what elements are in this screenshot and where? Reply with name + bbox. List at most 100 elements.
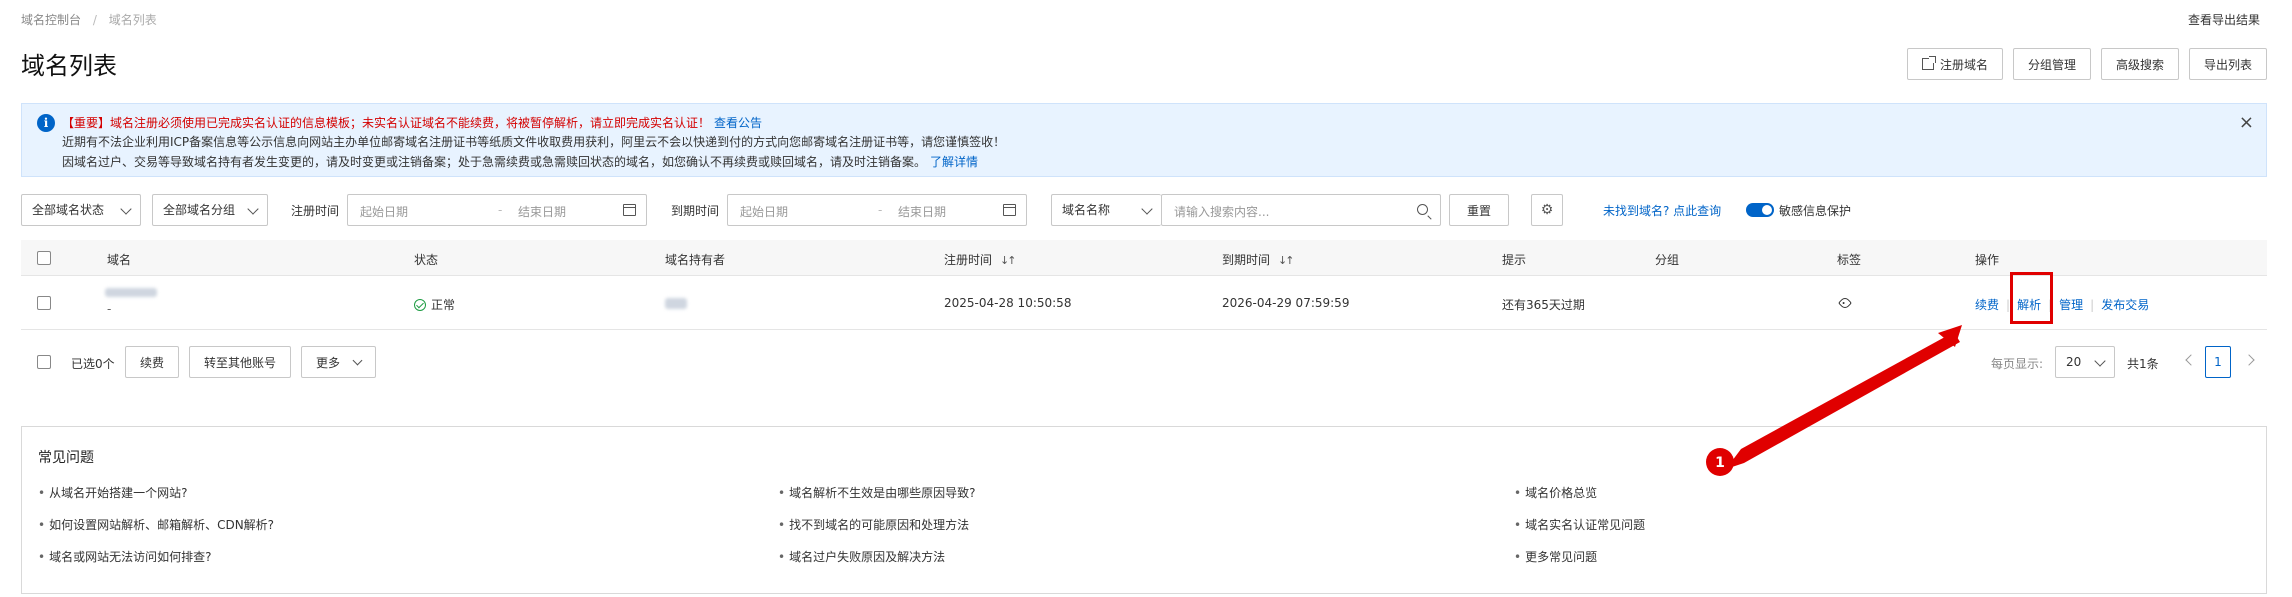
calendar-icon [1003,204,1016,216]
search-input[interactable]: 请输入搜索内容... [1161,194,1441,226]
status-badge: 正常 [414,296,455,313]
blurred-holder [665,298,687,309]
group-manage-button[interactable]: 分组管理 [2012,48,2091,80]
view-export-results-link[interactable]: 查看导出结果 [2188,11,2260,28]
more-button[interactable]: 更多 [301,346,377,378]
publish-trade-link[interactable]: 发布交易 [2101,298,2149,312]
faq-panel: 常见问题 从域名开始搭建一个网站? 如何设置网站解析、邮箱解析、CDN解析? 域… [21,426,2267,594]
action-divider: | [2090,298,2095,312]
bulk-renew-button[interactable]: 续费 [125,346,180,378]
faq-link[interactable]: 域名实名认证常见问题 [1514,516,1645,533]
faq-link[interactable]: 如何设置网站解析、邮箱解析、CDN解析? [38,516,274,533]
export-list-button[interactable]: 导出列表 [2188,48,2267,80]
row-actions: 续费 | 解析 | 管理 | 发布交易 [1975,296,2149,313]
faq-link[interactable]: 从域名开始搭建一个网站? [38,484,187,501]
col-reg-time[interactable]: 注册时间 ↓↑ [944,251,1017,268]
chevron-down-icon [352,355,363,365]
privacy-toggle-label: 敏感信息保护 [1779,204,1852,218]
selected-count: 已选0个 [71,357,115,371]
reg-end-date[interactable]: 结束日期 [518,203,566,220]
manage-link[interactable]: 管理 [2059,298,2083,312]
table-header: 域名 状态 域名持有者 注册时间 ↓↑ 到期时间 ↓↑ 提示 分组 标签 操作 [21,240,2267,276]
table-row: - 正常 2025-04-28 10:50:58 2026-04-29 07:5… [21,276,2267,330]
chevron-down-icon [2094,355,2106,367]
breadcrumb-separator: / [92,13,97,27]
reg-start-date[interactable]: 起始日期 [360,203,408,220]
faq-link[interactable]: 域名过户失败原因及解决方法 [778,548,945,565]
col-domain: 域名 [107,253,132,267]
page-title: 域名列表 [21,52,117,80]
row-checkbox[interactable] [37,296,51,310]
gear-icon[interactable]: ⚙ [1531,194,1563,226]
holder-name [665,298,687,312]
col-exp-time[interactable]: 到期时间 ↓↑ [1222,251,1295,268]
tag-icon[interactable] [1837,295,1853,311]
col-exp-time-label: 到期时间 [1222,253,1271,267]
reg-time-label: 注册时间 [291,204,340,218]
info-icon: i [37,114,55,132]
more-label: 更多 [316,355,341,370]
calendar-icon [623,204,636,216]
breadcrumb-root[interactable]: 域名控制台 [21,13,81,27]
date-range-separator: - [878,203,883,217]
close-icon[interactable]: × [2239,112,2254,133]
notice-banner: i 【重要】域名注册必须使用已完成实名认证的信息模板；未实名认证域名不能续费，将… [21,103,2267,177]
learn-more-link[interactable]: 了解详情 [930,155,978,169]
faq-link[interactable]: 域名或网站无法访问如何排查? [38,548,211,565]
domain-table: 域名 状态 域名持有者 注册时间 ↓↑ 到期时间 ↓↑ 提示 分组 标签 操作 - … [21,240,2267,330]
search-placeholder: 请输入搜索内容... [1174,205,1270,219]
renew-link[interactable]: 续费 [1975,298,1999,312]
col-group: 分组 [1655,253,1680,267]
domain-subtext: - [107,302,112,316]
privacy-toggle[interactable] [1746,203,1774,217]
domain-name[interactable] [105,286,157,300]
transfer-account-button[interactable]: 转至其他账号 [189,346,292,378]
search-field-value: 域名名称 [1062,203,1111,217]
search-icon[interactable] [1417,204,1428,215]
bulk-select-checkbox[interactable] [37,355,51,369]
faq-link[interactable]: 更多常见问题 [1514,548,1597,565]
col-ops: 操作 [1975,253,2000,267]
reg-date-range-picker[interactable]: 起始日期 - 结束日期 [347,194,647,226]
faq-link[interactable]: 域名价格总览 [1514,484,1597,501]
blurred-domain [105,288,157,297]
register-domain-button[interactable]: 注册域名 [1906,48,2003,80]
notice-line-3-text: 因域名过户、交易等导致域名持有者发生变更的，请及时变更或注销备案；处于急需续费或… [62,155,927,169]
col-tag: 标签 [1837,253,1862,267]
exp-date-range-picker[interactable]: 起始日期 - 结束日期 [727,194,1027,226]
chevron-down-icon [247,203,259,215]
faq-title: 常见问题 [38,450,94,466]
top-bar: 域名控制台 / 域名列表 查看导出结果 [0,0,2292,40]
faq-link[interactable]: 域名解析不生效是由哪些原因导致? [778,484,975,501]
per-page-label: 每页显示: [1991,357,2044,371]
exp-end-date[interactable]: 结束日期 [898,203,946,220]
sort-icon[interactable]: ↓↑ [1000,254,1017,267]
check-circle-icon [414,299,426,311]
domain-status-select[interactable]: 全部域名状态 [21,194,141,226]
header-actions: 注册域名 分组管理 高级搜索 导出列表 [1906,48,2267,80]
col-hint: 提示 [1502,253,1527,267]
col-holder: 域名持有者 [665,253,726,267]
per-page-value: 20 [2066,355,2082,369]
sort-icon[interactable]: ↓↑ [1278,254,1295,267]
search-field-select[interactable]: 域名名称 [1051,194,1161,226]
faq-link[interactable]: 找不到域名的可能原因和处理方法 [778,516,969,533]
breadcrumb-current: 域名列表 [108,13,157,27]
view-announcement-link[interactable]: 查看公告 [714,116,762,130]
tag-shape [1837,295,1853,311]
total-count: 共1条 [2127,357,2159,371]
chevron-left-icon[interactable] [2185,354,2197,366]
page-1-button[interactable]: 1 [2205,346,2231,378]
advanced-search-button[interactable]: 高级搜索 [2100,48,2179,80]
chevron-right-icon[interactable] [2243,354,2255,366]
domain-group-select[interactable]: 全部域名分组 [152,194,268,226]
notice-line-1: 【重要】域名注册必须使用已完成实名认证的信息模板；未实名认证域名不能续费，将被暂… [62,114,762,131]
col-status: 状态 [414,253,439,267]
per-page-select[interactable]: 20 [2055,346,2115,378]
select-all-checkbox[interactable] [37,251,51,265]
notice-line-2: 近期有不法企业利用ICP备案信息等公示信息向网站主办单位邮寄域名注册证书等纸质文… [62,135,1006,149]
reset-button[interactable]: 重置 [1449,194,1509,226]
exp-start-date[interactable]: 起始日期 [740,203,788,220]
domain-not-found-link[interactable]: 未找到域名? 点此查询 [1603,202,1721,219]
domain-status-value: 全部域名状态 [32,203,105,217]
